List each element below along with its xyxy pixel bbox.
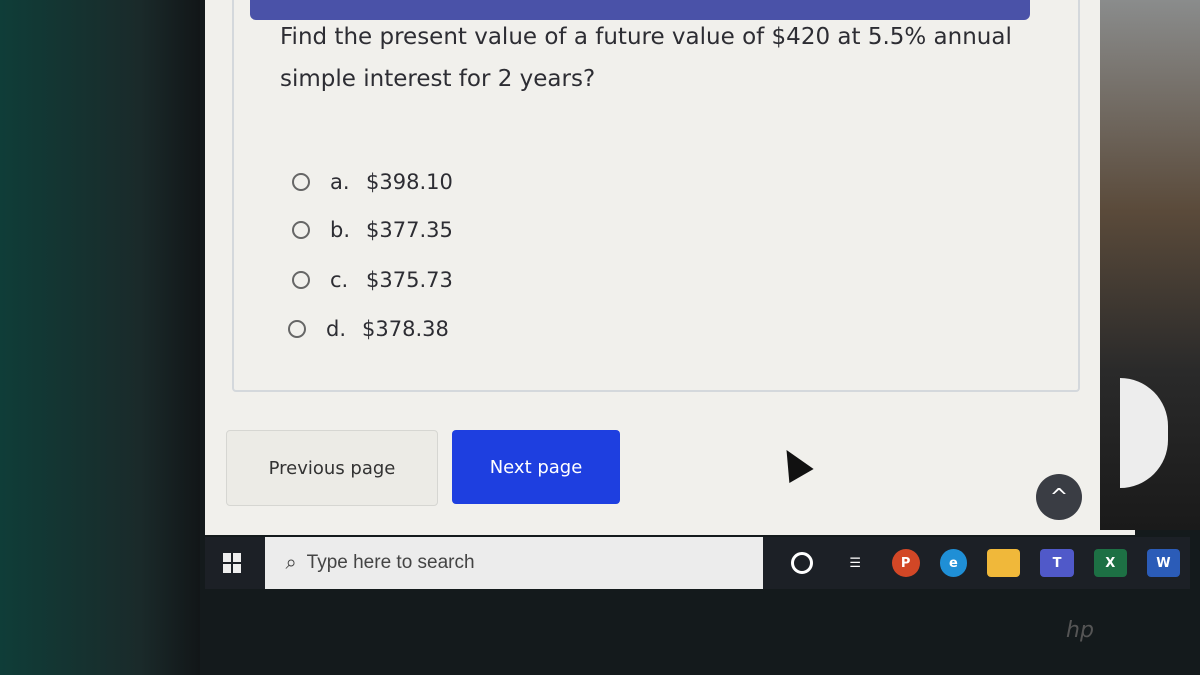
radio-icon[interactable] [292, 271, 310, 289]
word-icon[interactable]: W [1146, 549, 1181, 577]
question-text: Find the present value of a future value… [280, 24, 1012, 92]
chevron-up-icon: ^ [1049, 484, 1069, 510]
option-d[interactable]: d. $378.38 [288, 317, 449, 341]
search-icon: ⌕ [285, 551, 297, 574]
scroll-up-button[interactable]: ^ [1036, 474, 1082, 520]
edge-icon[interactable]: e [939, 549, 968, 577]
background-left [0, 0, 200, 675]
previous-page-button[interactable]: Previous page [226, 430, 438, 506]
option-a[interactable]: a. $398.10 [292, 170, 453, 194]
powerpoint-icon[interactable]: P [891, 549, 920, 577]
teams-icon[interactable]: T [1040, 549, 1074, 577]
cortana-icon[interactable] [785, 549, 818, 577]
excel-icon[interactable]: X [1093, 549, 1127, 577]
radio-icon[interactable] [292, 173, 310, 191]
file-explorer-icon[interactable] [987, 549, 1021, 577]
option-c[interactable]: c. $375.73 [292, 268, 453, 292]
taskbar: ⌕ Type here to search ☰ P e T X W [205, 537, 1190, 589]
radio-icon[interactable] [292, 221, 310, 239]
taskbar-search[interactable]: ⌕ Type here to search [265, 537, 764, 589]
radio-icon[interactable] [288, 320, 306, 338]
hp-logo: hp [1066, 618, 1094, 643]
next-page-button[interactable]: Next page [452, 430, 620, 504]
option-b[interactable]: b. $377.35 [292, 218, 453, 242]
task-view-icon[interactable]: ☰ [839, 549, 872, 577]
windows-start-icon[interactable] [223, 553, 242, 573]
